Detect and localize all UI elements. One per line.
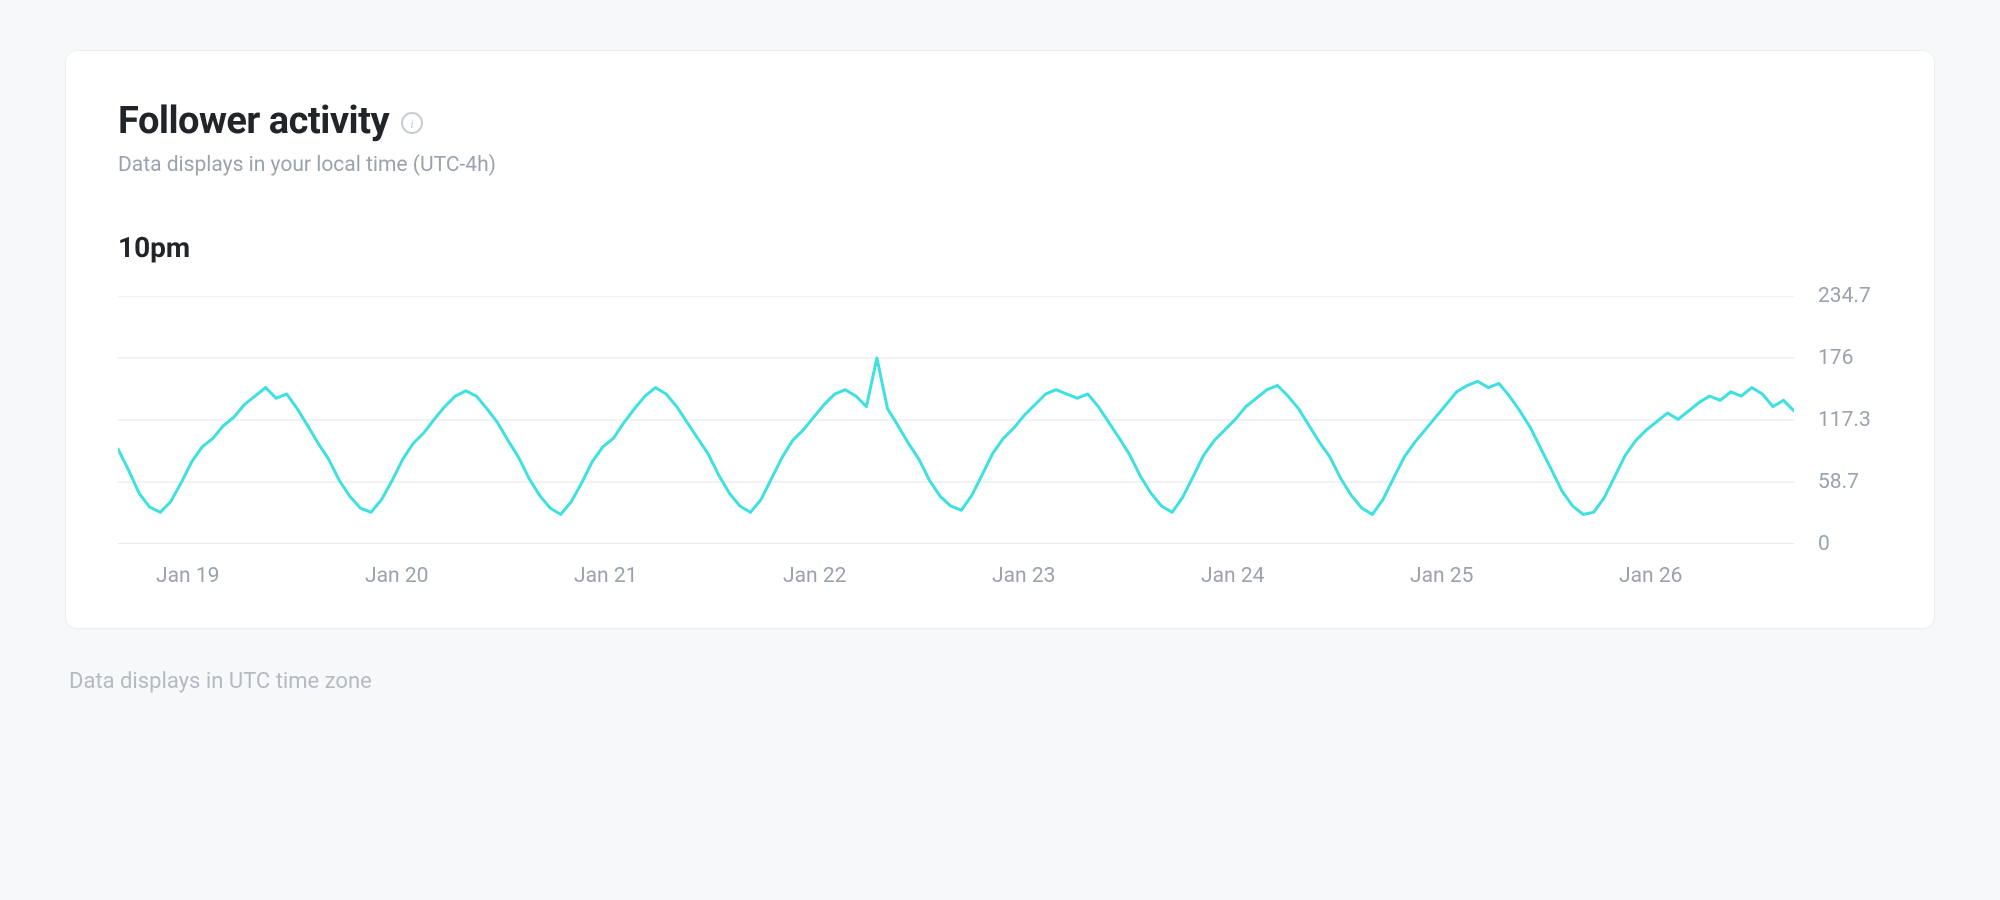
y-tick-label: 58.7 xyxy=(1818,470,1859,494)
y-tick-label: 176 xyxy=(1818,346,1853,370)
x-tick-label: Jan 22 xyxy=(745,564,954,588)
chart-container: 058.7117.3176234.7 xyxy=(118,296,1882,544)
x-tick-label: Jan 26 xyxy=(1581,564,1790,588)
follower-activity-card: Follower activity i Data displays in you… xyxy=(65,50,1935,629)
line-chart[interactable] xyxy=(118,296,1794,544)
x-tick-label: Jan 23 xyxy=(954,564,1163,588)
x-axis-labels: Jan 19Jan 20Jan 21Jan 22Jan 23Jan 24Jan … xyxy=(118,564,1882,588)
footer-note: Data displays in UTC time zone xyxy=(65,669,1935,694)
x-tick-label: Jan 21 xyxy=(536,564,745,588)
series-line xyxy=(118,358,1794,514)
y-tick-label: 234.7 xyxy=(1818,284,1871,308)
card-title: Follower activity xyxy=(118,99,389,143)
y-tick-label: 117.3 xyxy=(1818,408,1871,432)
x-tick-label: Jan 19 xyxy=(118,564,327,588)
x-tick-label: Jan 25 xyxy=(1372,564,1581,588)
x-tick-label: Jan 24 xyxy=(1163,564,1372,588)
x-tick-label: Jan 20 xyxy=(327,564,536,588)
y-axis-labels: 058.7117.3176234.7 xyxy=(1800,296,1882,544)
card-subtitle: Data displays in your local time (UTC-4h… xyxy=(118,153,1882,177)
selected-hour-label: 10pm xyxy=(118,231,1882,264)
y-tick-label: 0 xyxy=(1818,532,1830,556)
card-header: Follower activity i xyxy=(118,99,1882,143)
info-icon[interactable]: i xyxy=(401,112,423,134)
